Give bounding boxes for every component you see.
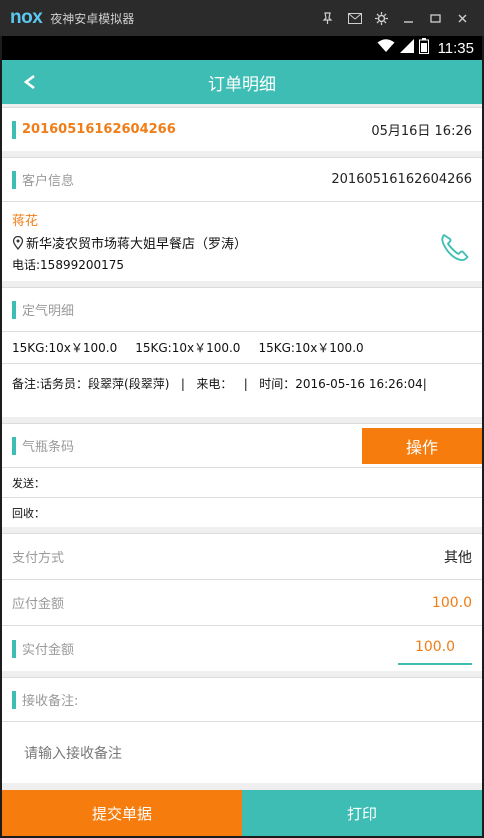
gas-remark-row: 备注:话务员：段翠萍(段翠萍) | 来电： | 时间：2016-05-16 16… — [2, 363, 482, 403]
section-bar — [12, 436, 16, 455]
status-time: 11:35 — [437, 39, 474, 57]
wifi-icon — [377, 38, 395, 58]
maximize-icon[interactable] — [422, 0, 449, 36]
payment-method-value: 其他 — [444, 549, 472, 566]
payment-method-row[interactable]: 支付方式 其他 — [2, 533, 482, 579]
operate-button[interactable]: 操作 — [362, 427, 482, 464]
gas-section-header: 定气明细 — [2, 287, 482, 331]
receive-row: 回收： — [2, 497, 482, 527]
submit-button[interactable]: 提交单据 — [2, 790, 242, 836]
minimize-icon[interactable] — [395, 0, 422, 36]
back-arrow-icon — [23, 74, 35, 90]
amount-paid-label: 实付金额 — [22, 643, 75, 658]
gas-item: 15KG:10x￥100.0 — [135, 341, 241, 355]
app-header: 订单明细 — [2, 60, 482, 104]
section-bar — [12, 690, 16, 709]
amount-due-row: 应付金额 100.0 — [2, 579, 482, 625]
order-id: 20160516162604266 — [22, 122, 176, 137]
receive-remark-input[interactable]: 请输入接收备注 — [2, 721, 482, 783]
close-icon[interactable] — [449, 0, 476, 36]
order-datetime: 05月16日 16:26 — [371, 124, 472, 139]
customer-address: 新华凌农贸市场蒋大姐早餐店（罗涛） — [26, 237, 248, 252]
barcode-section-label: 气瓶条码 — [22, 440, 75, 455]
battery-icon — [418, 37, 429, 59]
payment-method-label: 支付方式 — [12, 551, 65, 566]
print-button[interactable]: 打印 — [242, 790, 482, 836]
page-title: 订单明细 — [208, 74, 276, 95]
gas-remark: 备注:话务员：段翠萍(段翠萍) | 来电： | 时间：2016-05-16 16… — [12, 377, 427, 391]
customer-name: 蒋花 — [12, 214, 39, 229]
customer-id: 20160516162604266 — [331, 172, 472, 187]
order-row: 20160516162604266 05月16日 16:26 — [2, 107, 482, 151]
section-bar — [12, 170, 16, 189]
location-pin-icon — [12, 235, 24, 250]
pin-icon[interactable] — [314, 0, 341, 36]
send-label: 发送： — [12, 476, 45, 490]
amount-paid-input[interactable]: 100.0 — [398, 633, 472, 665]
section-bar — [12, 120, 16, 139]
customer-section-label: 客户信息 — [22, 174, 75, 189]
section-bar — [12, 639, 16, 658]
bottom-action-bar: 提交单据 打印 — [2, 790, 482, 836]
emulator-logo: nox — [10, 7, 43, 28]
emulator-controls — [314, 0, 476, 36]
phone-call-icon[interactable] — [438, 230, 472, 264]
gas-item: 15KG:10x￥100.0 — [12, 341, 118, 355]
phone-screen: 11:35 订单明细 20160516162604266 05月16日 16:2… — [2, 36, 482, 836]
send-row: 发送： — [2, 467, 482, 497]
status-bar: 11:35 — [2, 36, 482, 60]
signal-icon — [399, 38, 414, 58]
amount-due-value: 100.0 — [431, 594, 472, 611]
barcode-section-header: 气瓶条码 操作 — [2, 423, 482, 467]
gas-section-label: 定气明细 — [22, 304, 75, 319]
receive-remark-header: 接收备注: — [2, 677, 482, 721]
receive-label: 回收： — [12, 506, 45, 520]
gear-icon[interactable] — [368, 0, 395, 36]
customer-section-header: 客户信息 20160516162604266 — [2, 157, 482, 201]
amount-due-label: 应付金额 — [12, 597, 65, 612]
amount-paid-row: 实付金额 100.0 — [2, 625, 482, 671]
mail-icon[interactable] — [341, 0, 368, 36]
section-bar — [12, 300, 16, 319]
emulator-title-bar: nox 夜神安卓模拟器 — [0, 0, 484, 36]
receive-remark-label: 接收备注: — [22, 694, 79, 709]
emulator-title: 夜神安卓模拟器 — [50, 11, 135, 26]
customer-details: 蒋花 新华凌农贸市场蒋大姐早餐店（罗涛） 电话:15899200175 — [2, 201, 482, 281]
gas-item: 15KG:10x￥100.0 — [258, 341, 364, 355]
customer-address-line: 新华凌农贸市场蒋大姐早餐店（罗涛） — [12, 233, 472, 252]
back-button[interactable] — [16, 68, 44, 96]
customer-phone: 电话:15899200175 — [12, 258, 125, 272]
gas-items-row: 15KG:10x￥100.0 15KG:10x￥100.0 15KG:10x￥1… — [2, 331, 482, 363]
